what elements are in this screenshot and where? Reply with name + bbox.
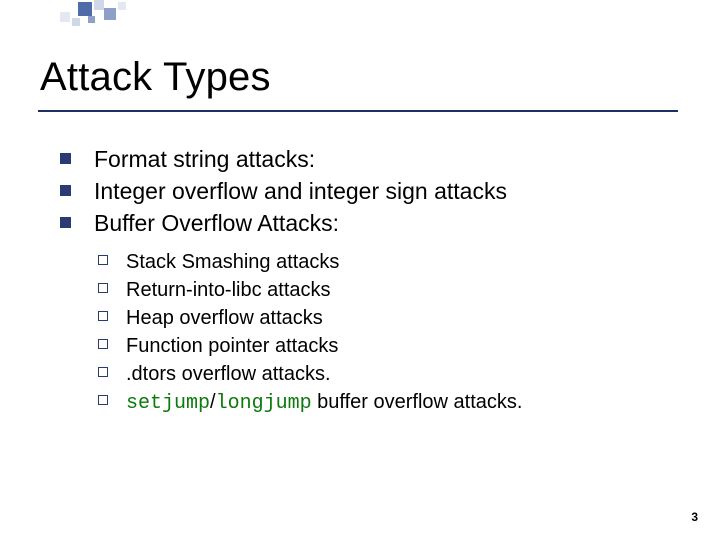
sub-bullet-tail: buffer overflow attacks. — [312, 391, 523, 413]
sub-bullet-item: Return-into-libc attacks — [98, 277, 680, 304]
page-number: 3 — [691, 510, 698, 524]
sub-bullet-item: Heap overflow attacks — [98, 305, 680, 332]
bullet-item: Integer overflow and integer sign attack… — [60, 177, 680, 207]
sub-bullet-item: Function pointer attacks — [98, 333, 680, 360]
sub-bullet-list: Stack Smashing attacks Return-into-libc … — [98, 249, 680, 417]
slide-title: Attack Types — [40, 55, 271, 100]
corner-decoration — [0, 0, 720, 30]
code-text: longjump — [216, 392, 312, 415]
sub-bullet-item: Stack Smashing attacks — [98, 249, 680, 276]
bullet-item: Format string attacks: — [60, 145, 680, 175]
slide-body: Format string attacks: Integer overflow … — [60, 145, 680, 418]
code-text: setjump — [126, 392, 210, 415]
sub-bullet-item: setjump/longjump buffer overflow attacks… — [98, 389, 680, 417]
title-underline — [38, 110, 678, 112]
bullet-item: Buffer Overflow Attacks: — [60, 209, 680, 239]
sub-bullet-item: .dtors overflow attacks. — [98, 361, 680, 388]
